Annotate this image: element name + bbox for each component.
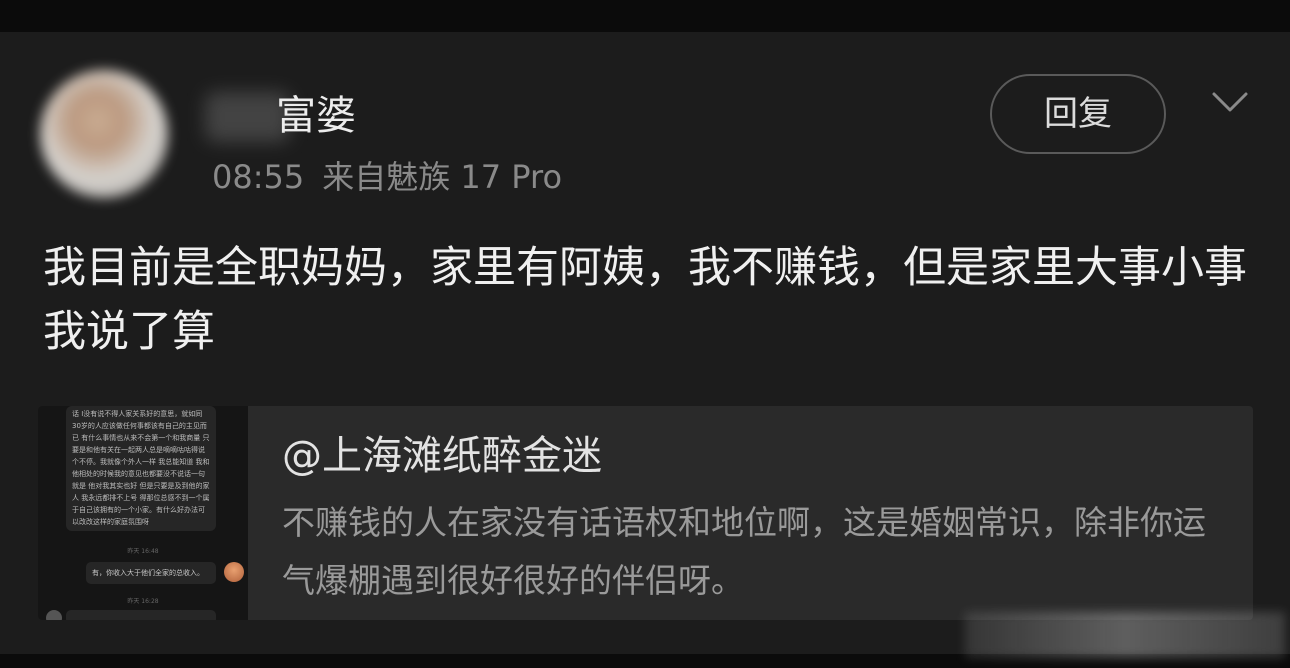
username[interactable]: 富婆: [276, 88, 356, 144]
post-source: 来自魅族 17 Pro: [322, 158, 563, 196]
post-meta: 08:55 来自魅族 17 Pro: [212, 154, 562, 200]
thumbnail-reply-bubble: 有，你收入大于他们全家的总收入。: [86, 562, 216, 584]
thumbnail-chat-bubble: 话 I没有说不得人家关系好的意思，就如同30岁的人应该做任何事都该有自己的主见而…: [66, 406, 216, 531]
watermark: [965, 612, 1285, 658]
quoted-screenshot-thumbnail[interactable]: 话 I没有说不得人家关系好的意思，就如同30岁的人应该做任何事都该有自己的主见而…: [38, 406, 248, 620]
post-time: 08:55: [212, 158, 305, 196]
thumbnail-chat-bubble-2: [66, 610, 216, 620]
quoted-user-mention[interactable]: @上海滩纸醉金迷: [282, 428, 602, 484]
thumbnail-avatar-2: [46, 610, 62, 620]
quoted-comment[interactable]: 话 I没有说不得人家关系好的意思，就如同30岁的人应该做任何事都该有自己的主见而…: [38, 406, 1253, 620]
avatar[interactable]: [40, 70, 168, 198]
top-status-strip: [0, 0, 1290, 32]
thumbnail-timestamp: 昨天 16:48: [127, 548, 159, 555]
quoted-text: 不赚钱的人在家没有话语权和地位啊，这是婚姻常识，除非你运气爆棚遇到很好很好的伴侣…: [282, 503, 1206, 600]
chevron-down-icon[interactable]: [1210, 88, 1250, 118]
thumbnail-timestamp-2: 昨天 16:28: [127, 598, 159, 605]
post-text: 我目前是全职妈妈，家里有阿姨，我不赚钱，但是家里大事小事我说了算: [43, 243, 1247, 357]
reply-button[interactable]: 回复: [990, 74, 1166, 154]
thumbnail-avatar: [224, 562, 244, 582]
